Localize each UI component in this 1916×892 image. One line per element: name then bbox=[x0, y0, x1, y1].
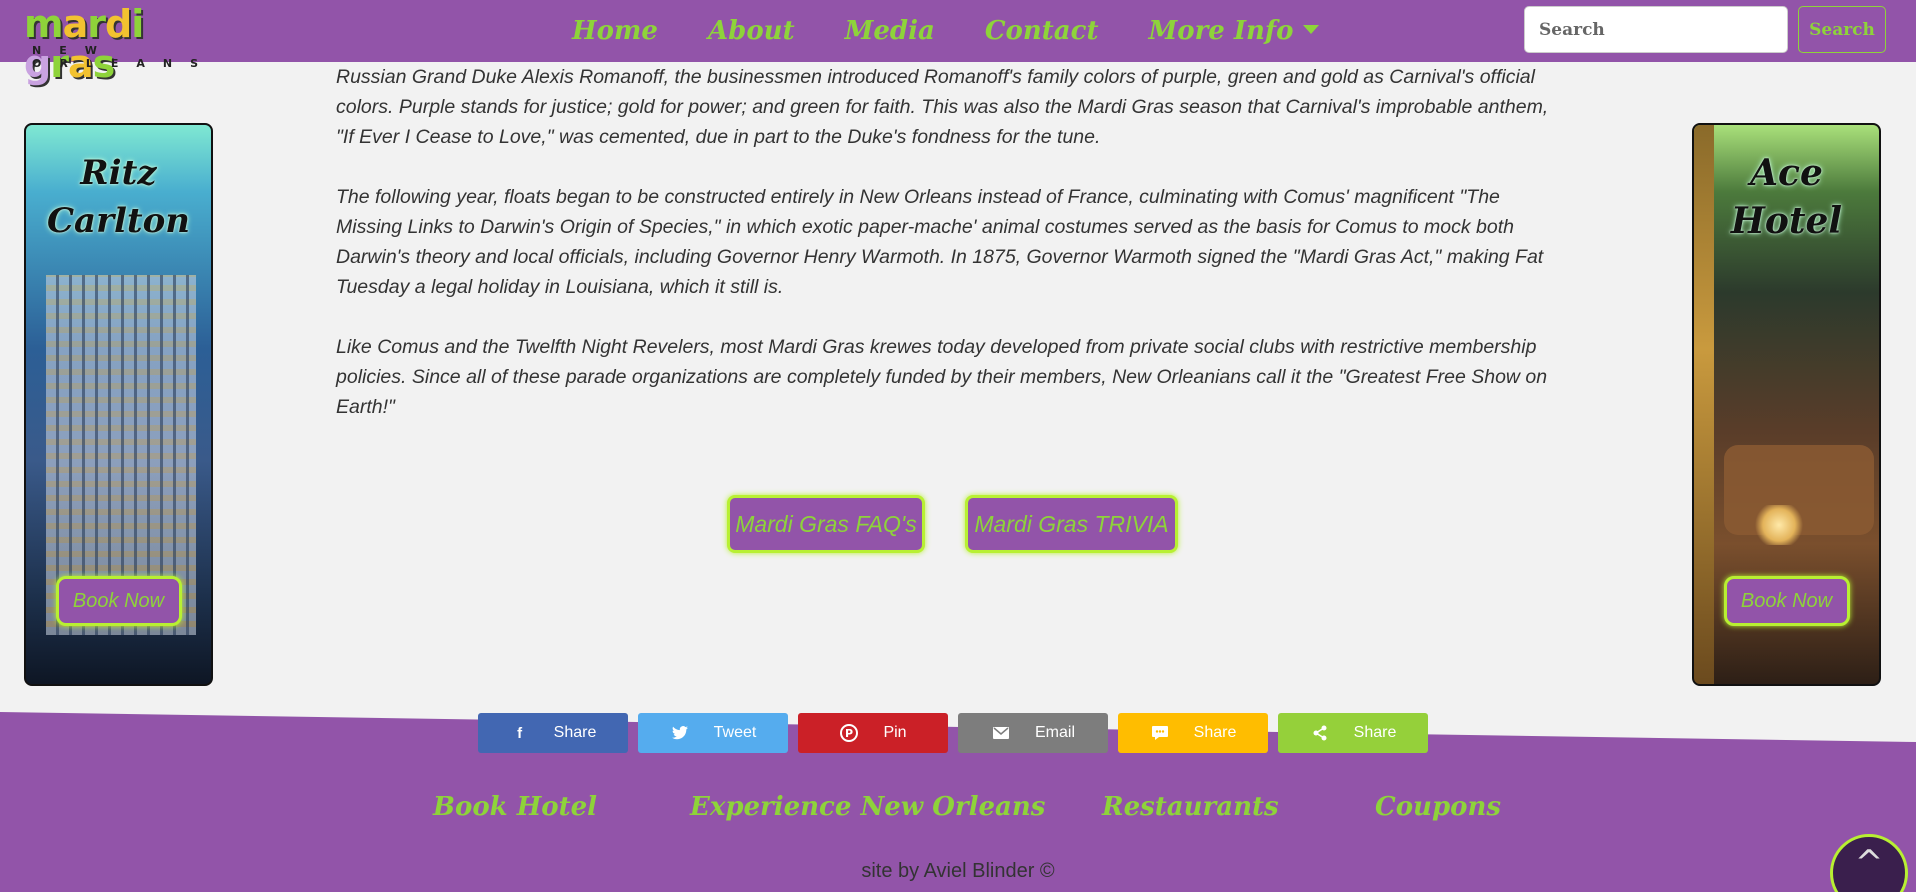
article-paragraph: Russian Grand Duke Alexis Romanoff, the … bbox=[336, 66, 1549, 148]
ritz-carlton-ad: Ritz Carlton Book Now bbox=[24, 123, 213, 686]
nav-contact[interactable]: Contact bbox=[985, 16, 1099, 46]
footer-link-book-hotel[interactable]: Book Hotel bbox=[433, 792, 597, 822]
mardi-gras-logo[interactable]: mardi gras NEW ORLEANS bbox=[24, 4, 240, 84]
sms-icon bbox=[1150, 723, 1170, 743]
book-now-button-ritz[interactable]: Book Now bbox=[55, 576, 182, 626]
email-share-button[interactable]: Email bbox=[958, 713, 1108, 753]
logo-subtext: NEW ORLEANS bbox=[32, 44, 216, 70]
lobby-lamp-image bbox=[1754, 505, 1804, 545]
caret-down-icon bbox=[1303, 24, 1320, 34]
footer-link-coupons[interactable]: Coupons bbox=[1375, 792, 1501, 822]
search-input[interactable] bbox=[1524, 6, 1788, 53]
twitter-share-button[interactable]: Tweet bbox=[638, 713, 788, 753]
trivia-button[interactable]: Mardi Gras TRIVIA bbox=[965, 495, 1178, 553]
share-label: Share bbox=[1353, 724, 1397, 741]
sms-share-button[interactable]: Share bbox=[1118, 713, 1268, 753]
ad-title: Ace Hotel bbox=[1730, 152, 1843, 242]
share-icon bbox=[1310, 723, 1330, 743]
book-now-button-ace[interactable]: Book Now bbox=[1723, 576, 1850, 626]
footer-link-experience[interactable]: Experience New Orleans bbox=[690, 792, 1045, 822]
pinterest-icon: P bbox=[839, 723, 859, 743]
generic-share-button[interactable]: Share bbox=[1278, 713, 1428, 753]
svg-text:P: P bbox=[845, 727, 853, 740]
share-label: Email bbox=[1034, 724, 1075, 741]
facebook-share-button[interactable]: f Share bbox=[478, 713, 628, 753]
chevron-up-icon: ^ bbox=[1854, 843, 1884, 883]
nav-more-info-label: More Info bbox=[1148, 16, 1294, 46]
ad-title-line1: Ritz bbox=[80, 153, 157, 193]
social-share-bar: f Share Tweet P Pin Email Share Share bbox=[478, 713, 1438, 753]
nav-home[interactable]: Home bbox=[572, 16, 658, 46]
footer-link-restaurants[interactable]: Restaurants bbox=[1102, 792, 1279, 822]
pinterest-share-button[interactable]: P Pin bbox=[798, 713, 948, 753]
ad-title-line2: Carlton bbox=[46, 201, 191, 241]
twitter-icon bbox=[670, 723, 690, 743]
nav-more-info[interactable]: More Info bbox=[1148, 16, 1320, 46]
main-nav: Home About Media Contact More Info bbox=[572, 0, 1369, 62]
footer-nav: Book Hotel Experience New Orleans Restau… bbox=[0, 792, 1916, 832]
share-label: Tweet bbox=[713, 724, 757, 741]
share-label: Share bbox=[553, 724, 597, 741]
share-label: Pin bbox=[883, 724, 907, 741]
nav-about[interactable]: About bbox=[708, 16, 795, 46]
site-credit: site by Aviel Blinder © bbox=[861, 860, 1055, 882]
search-button[interactable]: Search bbox=[1798, 6, 1886, 53]
article-paragraph: The following year, floats began to be c… bbox=[336, 186, 1544, 298]
share-label: Share bbox=[1193, 724, 1237, 741]
ace-hotel-ad: Ace Hotel Book Now bbox=[1692, 123, 1881, 686]
faq-button[interactable]: Mardi Gras FAQ's bbox=[727, 495, 925, 553]
ad-title: Ritz Carlton bbox=[26, 149, 211, 245]
nav-media[interactable]: Media bbox=[845, 16, 935, 46]
facebook-icon: f bbox=[517, 724, 523, 742]
top-navbar: mardi gras NEW ORLEANS Home About Media … bbox=[0, 0, 1916, 84]
article-paragraph: Like Comus and the Twelfth Night Reveler… bbox=[336, 336, 1548, 418]
article-content: Russian Grand Duke Alexis Romanoff, the … bbox=[336, 62, 1558, 452]
email-icon bbox=[991, 723, 1011, 743]
